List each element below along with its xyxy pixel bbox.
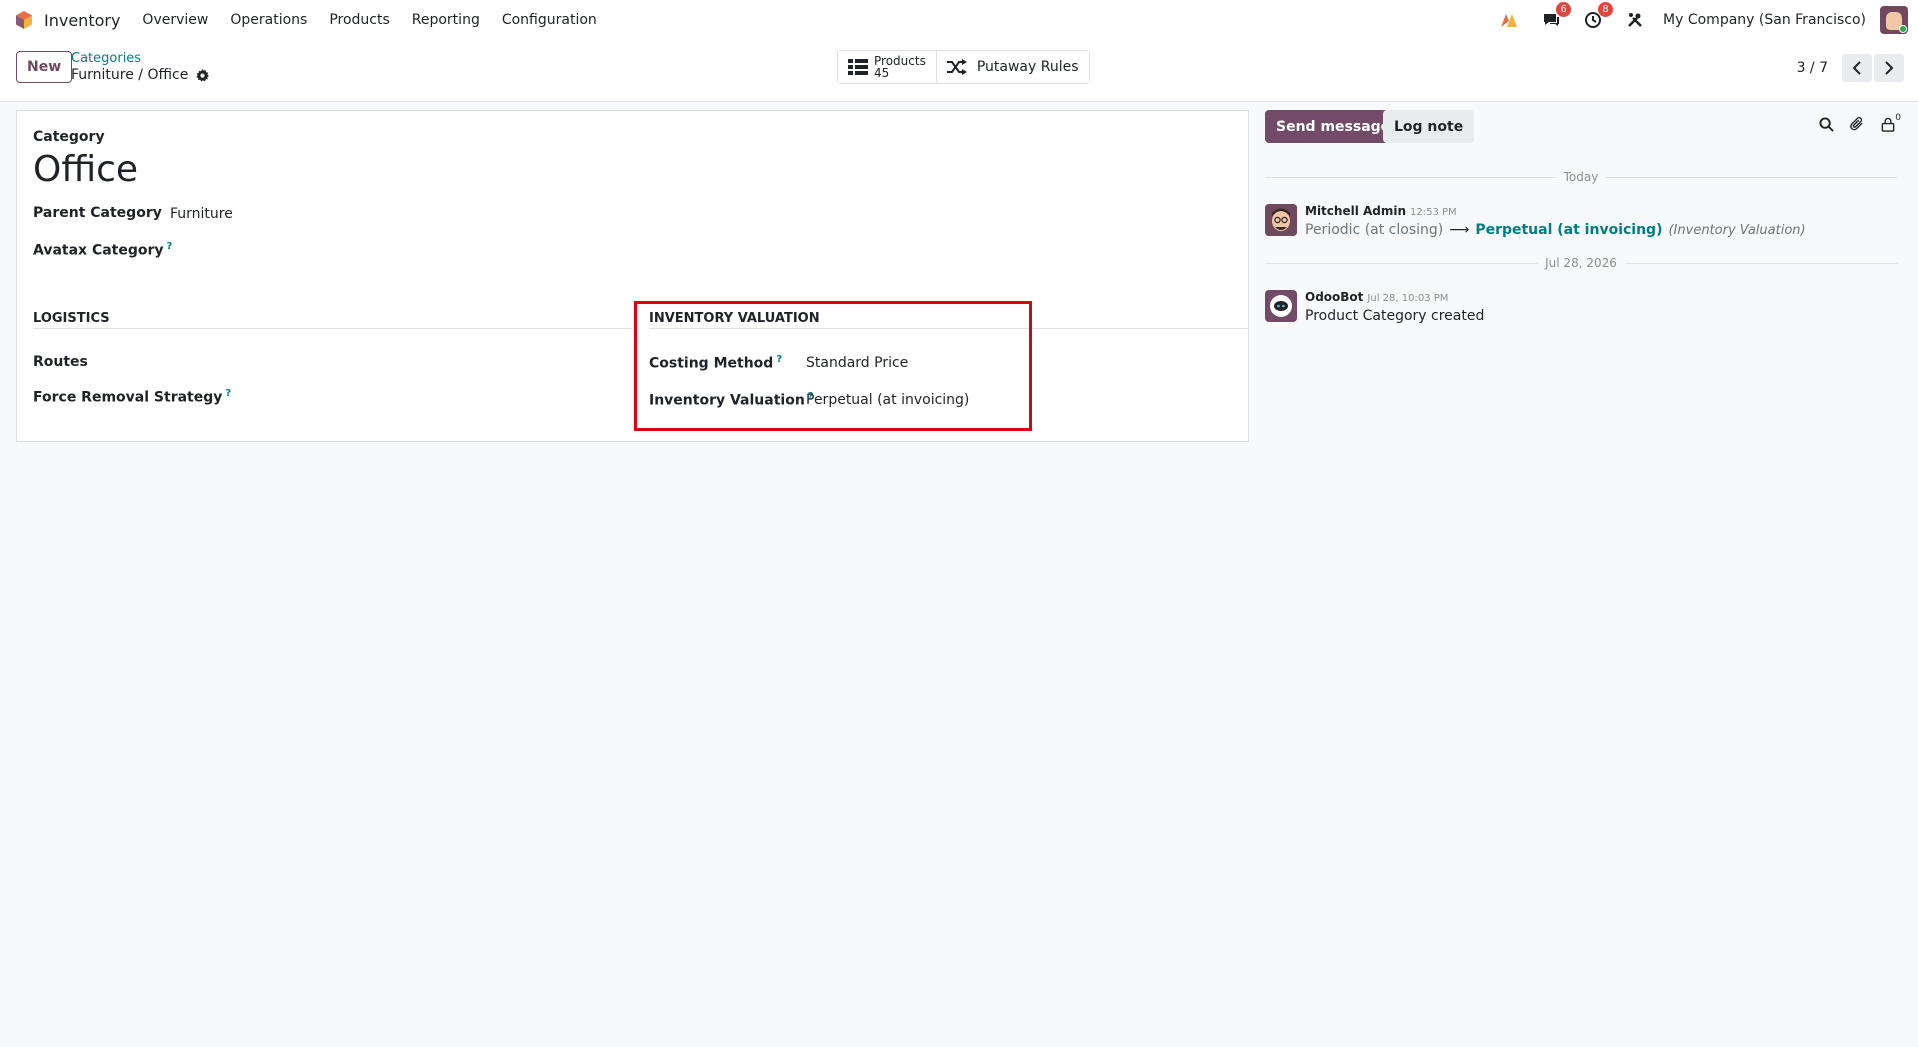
message-author[interactable]: Mitchell Admin xyxy=(1305,204,1406,218)
message-time: Jul 28, 10:03 PM xyxy=(1367,293,1449,304)
search-icon[interactable] xyxy=(1819,116,1834,136)
list-icon xyxy=(848,59,868,75)
paperclip-icon[interactable] xyxy=(1850,116,1865,136)
message-header: Mitchell Admin 12:53 PM xyxy=(1305,204,1457,218)
chevron-left-icon xyxy=(1852,61,1861,75)
form-sheet: Category Office Parent Category Furnitur… xyxy=(16,110,1249,442)
pager-previous-button[interactable] xyxy=(1842,54,1872,82)
force-removal-strategy-label-text: Force Removal Strategy xyxy=(33,389,223,406)
pager-value[interactable]: 3 / 7 xyxy=(1797,60,1828,76)
followers-count: 0 xyxy=(1895,112,1901,123)
breadcrumb-current-label: Furniture / Office xyxy=(71,67,189,83)
gear-icon[interactable] xyxy=(196,68,210,82)
activities-badge: 8 xyxy=(1598,2,1614,17)
force-removal-strategy-label: Force Removal Strategy? xyxy=(33,388,231,406)
parent-category-label: Parent Category xyxy=(33,205,162,221)
force-removal-strategy-field[interactable] xyxy=(217,388,477,408)
app-name[interactable]: Inventory xyxy=(44,11,120,30)
chevron-right-icon xyxy=(1885,61,1894,75)
arrow-right-icon: ⟶ xyxy=(1449,222,1470,238)
top-navbar: Inventory Overview Operations Products R… xyxy=(0,0,1918,40)
tracking-old-value: Periodic (at closing) xyxy=(1305,222,1444,238)
message-header: OdooBot Jul 28, 10:03 PM xyxy=(1305,290,1448,304)
category-name-field[interactable]: Office xyxy=(33,149,138,190)
smart-buttons: Products 45 Putaway Rules xyxy=(837,50,1090,84)
products-smart-count: 45 xyxy=(874,66,890,80)
pager-next-button[interactable] xyxy=(1874,54,1904,82)
date-separator-today-label: Today xyxy=(1563,170,1599,184)
user-avatar[interactable] xyxy=(1880,6,1908,34)
date-separator-jul-28: Jul 28, 2026 xyxy=(1265,256,1898,270)
tracking-field-name: (Inventory Valuation) xyxy=(1668,223,1806,238)
breadcrumb: Categories Furniture / Office xyxy=(71,51,210,83)
messages-icon[interactable]: 6 xyxy=(1539,2,1572,32)
message-body: Product Category created xyxy=(1305,308,1485,324)
routes-field[interactable] xyxy=(170,354,470,374)
breadcrumb-categories-link[interactable]: Categories xyxy=(71,51,209,66)
menu-overview[interactable]: Overview xyxy=(142,12,208,28)
tracking-value: Periodic (at closing) ⟶ Perpetual (at invo… xyxy=(1305,222,1806,238)
parent-category-field[interactable]: Furniture xyxy=(170,206,233,222)
menu-reporting[interactable]: Reporting xyxy=(412,12,480,28)
company-switcher[interactable]: My Company (San Francisco) xyxy=(1663,12,1866,28)
avatax-category-label: Avatax Category? xyxy=(33,241,172,259)
online-status-icon xyxy=(1899,25,1907,33)
logistics-section-title: LOGISTICS xyxy=(33,311,110,326)
pager: 3 / 7 xyxy=(1797,54,1904,82)
odoobot-avatar[interactable] xyxy=(1265,290,1297,322)
mitchell-admin-avatar[interactable] xyxy=(1265,204,1297,236)
breadcrumb-current: Furniture / Office xyxy=(71,67,210,83)
message-author[interactable]: OdooBot xyxy=(1305,290,1363,304)
messages-badge: 6 xyxy=(1556,2,1572,17)
shuffle-icon xyxy=(946,59,967,75)
inventory-app-icon[interactable] xyxy=(14,10,34,30)
avatax-category-field[interactable] xyxy=(170,241,470,261)
tracking-new-value: Perpetual (at invoicing) xyxy=(1475,222,1663,238)
control-panel: New Categories Furniture / Office Produc… xyxy=(0,40,1918,102)
avatax-category-label-text: Avatax Category xyxy=(33,242,164,259)
menu-products[interactable]: Products xyxy=(329,12,389,28)
menu-operations[interactable]: Operations xyxy=(230,12,307,28)
products-smart-button[interactable]: Products 45 xyxy=(838,51,936,83)
putaway-rules-smart-button[interactable]: Putaway Rules xyxy=(935,51,1089,83)
chatter-toolbar: 0 xyxy=(1803,113,1901,136)
log-note-button[interactable]: Log note xyxy=(1383,110,1475,143)
followers-icon[interactable]: 0 xyxy=(1881,113,1901,136)
send-message-button[interactable]: Send message xyxy=(1265,110,1402,143)
date-separator-today: Today xyxy=(1265,170,1897,184)
avatax-icon[interactable] xyxy=(1497,8,1521,32)
activities-icon[interactable]: 8 xyxy=(1581,2,1614,32)
date-separator-jul-28-label: Jul 28, 2026 xyxy=(1545,256,1617,270)
putaway-rules-label: Putaway Rules xyxy=(976,59,1079,75)
new-button[interactable]: New xyxy=(16,51,73,83)
logistics-divider xyxy=(33,328,633,329)
tools-icon[interactable] xyxy=(1623,8,1647,32)
menu-configuration[interactable]: Configuration xyxy=(502,12,597,28)
routes-label: Routes xyxy=(33,354,88,370)
highlight-box xyxy=(634,301,1032,431)
message-time: 12:53 PM xyxy=(1410,207,1457,218)
category-label: Category xyxy=(33,129,105,145)
